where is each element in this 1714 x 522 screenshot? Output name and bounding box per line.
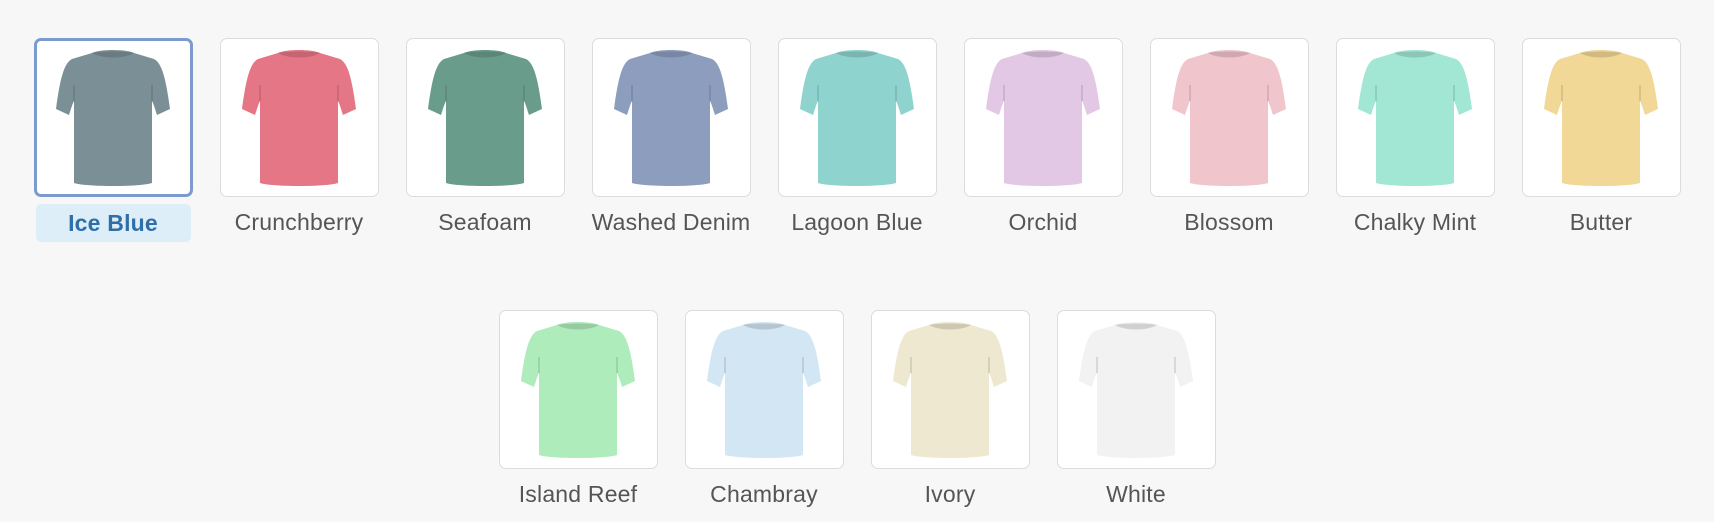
swatch-label: Blossom: [1184, 209, 1274, 235]
color-row-1: Ice Blue Crunchberry Seafoam Washed Denim La…: [0, 38, 1714, 242]
swatch-label: Chambray: [710, 481, 818, 507]
color-swatch-orchid[interactable]: Orchid: [963, 38, 1123, 242]
swatch-thumbnail[interactable]: [684, 310, 844, 469]
color-swatch-seafoam[interactable]: Seafoam: [405, 38, 565, 242]
tshirt-image: [893, 321, 1007, 458]
color-swatch-island-reef[interactable]: Island Reef: [498, 310, 658, 511]
color-row-2: Island Reef Chambray Ivory White: [0, 310, 1714, 511]
swatch-thumbnail[interactable]: [963, 38, 1123, 197]
tshirt-body: [800, 49, 914, 186]
tshirt-body: [56, 49, 170, 186]
color-swatch-crunchberry[interactable]: Crunchberry: [219, 38, 379, 242]
tshirt-image: [707, 321, 821, 458]
swatch-thumbnail[interactable]: [591, 38, 751, 197]
tshirt-image: [614, 49, 728, 186]
tshirt-image: [986, 49, 1100, 186]
tshirt-image: [1358, 49, 1472, 186]
tshirt-image: [521, 321, 635, 458]
swatch-thumbnail[interactable]: [1149, 38, 1309, 197]
swatch-label: Island Reef: [518, 481, 638, 507]
color-swatch-washed-denim[interactable]: Washed Denim: [591, 38, 751, 242]
tshirt-body: [428, 49, 542, 186]
swatch-label: Seafoam: [438, 209, 532, 235]
color-swatch-ivory[interactable]: Ivory: [870, 310, 1030, 511]
tshirt-body: [242, 49, 356, 186]
swatch-thumbnail[interactable]: [1056, 310, 1216, 469]
tshirt-image: [428, 49, 542, 186]
tshirt-body: [1079, 321, 1193, 458]
swatch-thumbnail[interactable]: [870, 310, 1030, 469]
color-swatch-chambray[interactable]: Chambray: [684, 310, 844, 511]
swatch-label: Ice Blue: [35, 204, 191, 242]
color-swatch-butter[interactable]: Butter: [1521, 38, 1681, 242]
color-swatch-lagoon-blue[interactable]: Lagoon Blue: [777, 38, 937, 242]
color-swatch-blossom[interactable]: Blossom: [1149, 38, 1309, 242]
tshirt-body: [1544, 49, 1658, 186]
tshirt-body: [707, 321, 821, 458]
swatch-thumbnail[interactable]: [1521, 38, 1681, 197]
swatch-label: Ivory: [924, 481, 976, 507]
tshirt-image: [800, 49, 914, 186]
tshirt-image: [242, 49, 356, 186]
swatch-label: Crunchberry: [234, 209, 364, 235]
swatch-thumbnail[interactable]: [33, 38, 193, 197]
color-picker: Ice Blue Crunchberry Seafoam Washed Denim La…: [0, 0, 1714, 522]
color-swatch-white[interactable]: White: [1056, 310, 1216, 511]
swatch-thumbnail[interactable]: [777, 38, 937, 197]
swatch-label: Chalky Mint: [1353, 209, 1477, 235]
swatch-label: Washed Denim: [591, 209, 751, 235]
tshirt-image: [1544, 49, 1658, 186]
swatch-thumbnail[interactable]: [405, 38, 565, 197]
swatch-thumbnail[interactable]: [1335, 38, 1495, 197]
tshirt-body: [521, 321, 635, 458]
swatch-thumbnail[interactable]: [219, 38, 379, 197]
swatch-label: Orchid: [1008, 209, 1078, 235]
tshirt-body: [986, 49, 1100, 186]
tshirt-body: [614, 49, 728, 186]
tshirt-image: [1172, 49, 1286, 186]
color-swatch-chalky-mint[interactable]: Chalky Mint: [1335, 38, 1495, 242]
swatch-label: Butter: [1569, 209, 1633, 235]
swatch-thumbnail[interactable]: [498, 310, 658, 469]
tshirt-image: [1079, 321, 1193, 458]
tshirt-body: [893, 321, 1007, 458]
swatch-label: Lagoon Blue: [791, 209, 923, 235]
tshirt-body: [1172, 49, 1286, 186]
tshirt-body: [1358, 49, 1472, 186]
tshirt-image: [56, 49, 170, 186]
swatch-label: White: [1106, 481, 1166, 507]
color-swatch-ice-blue[interactable]: Ice Blue: [33, 38, 193, 242]
